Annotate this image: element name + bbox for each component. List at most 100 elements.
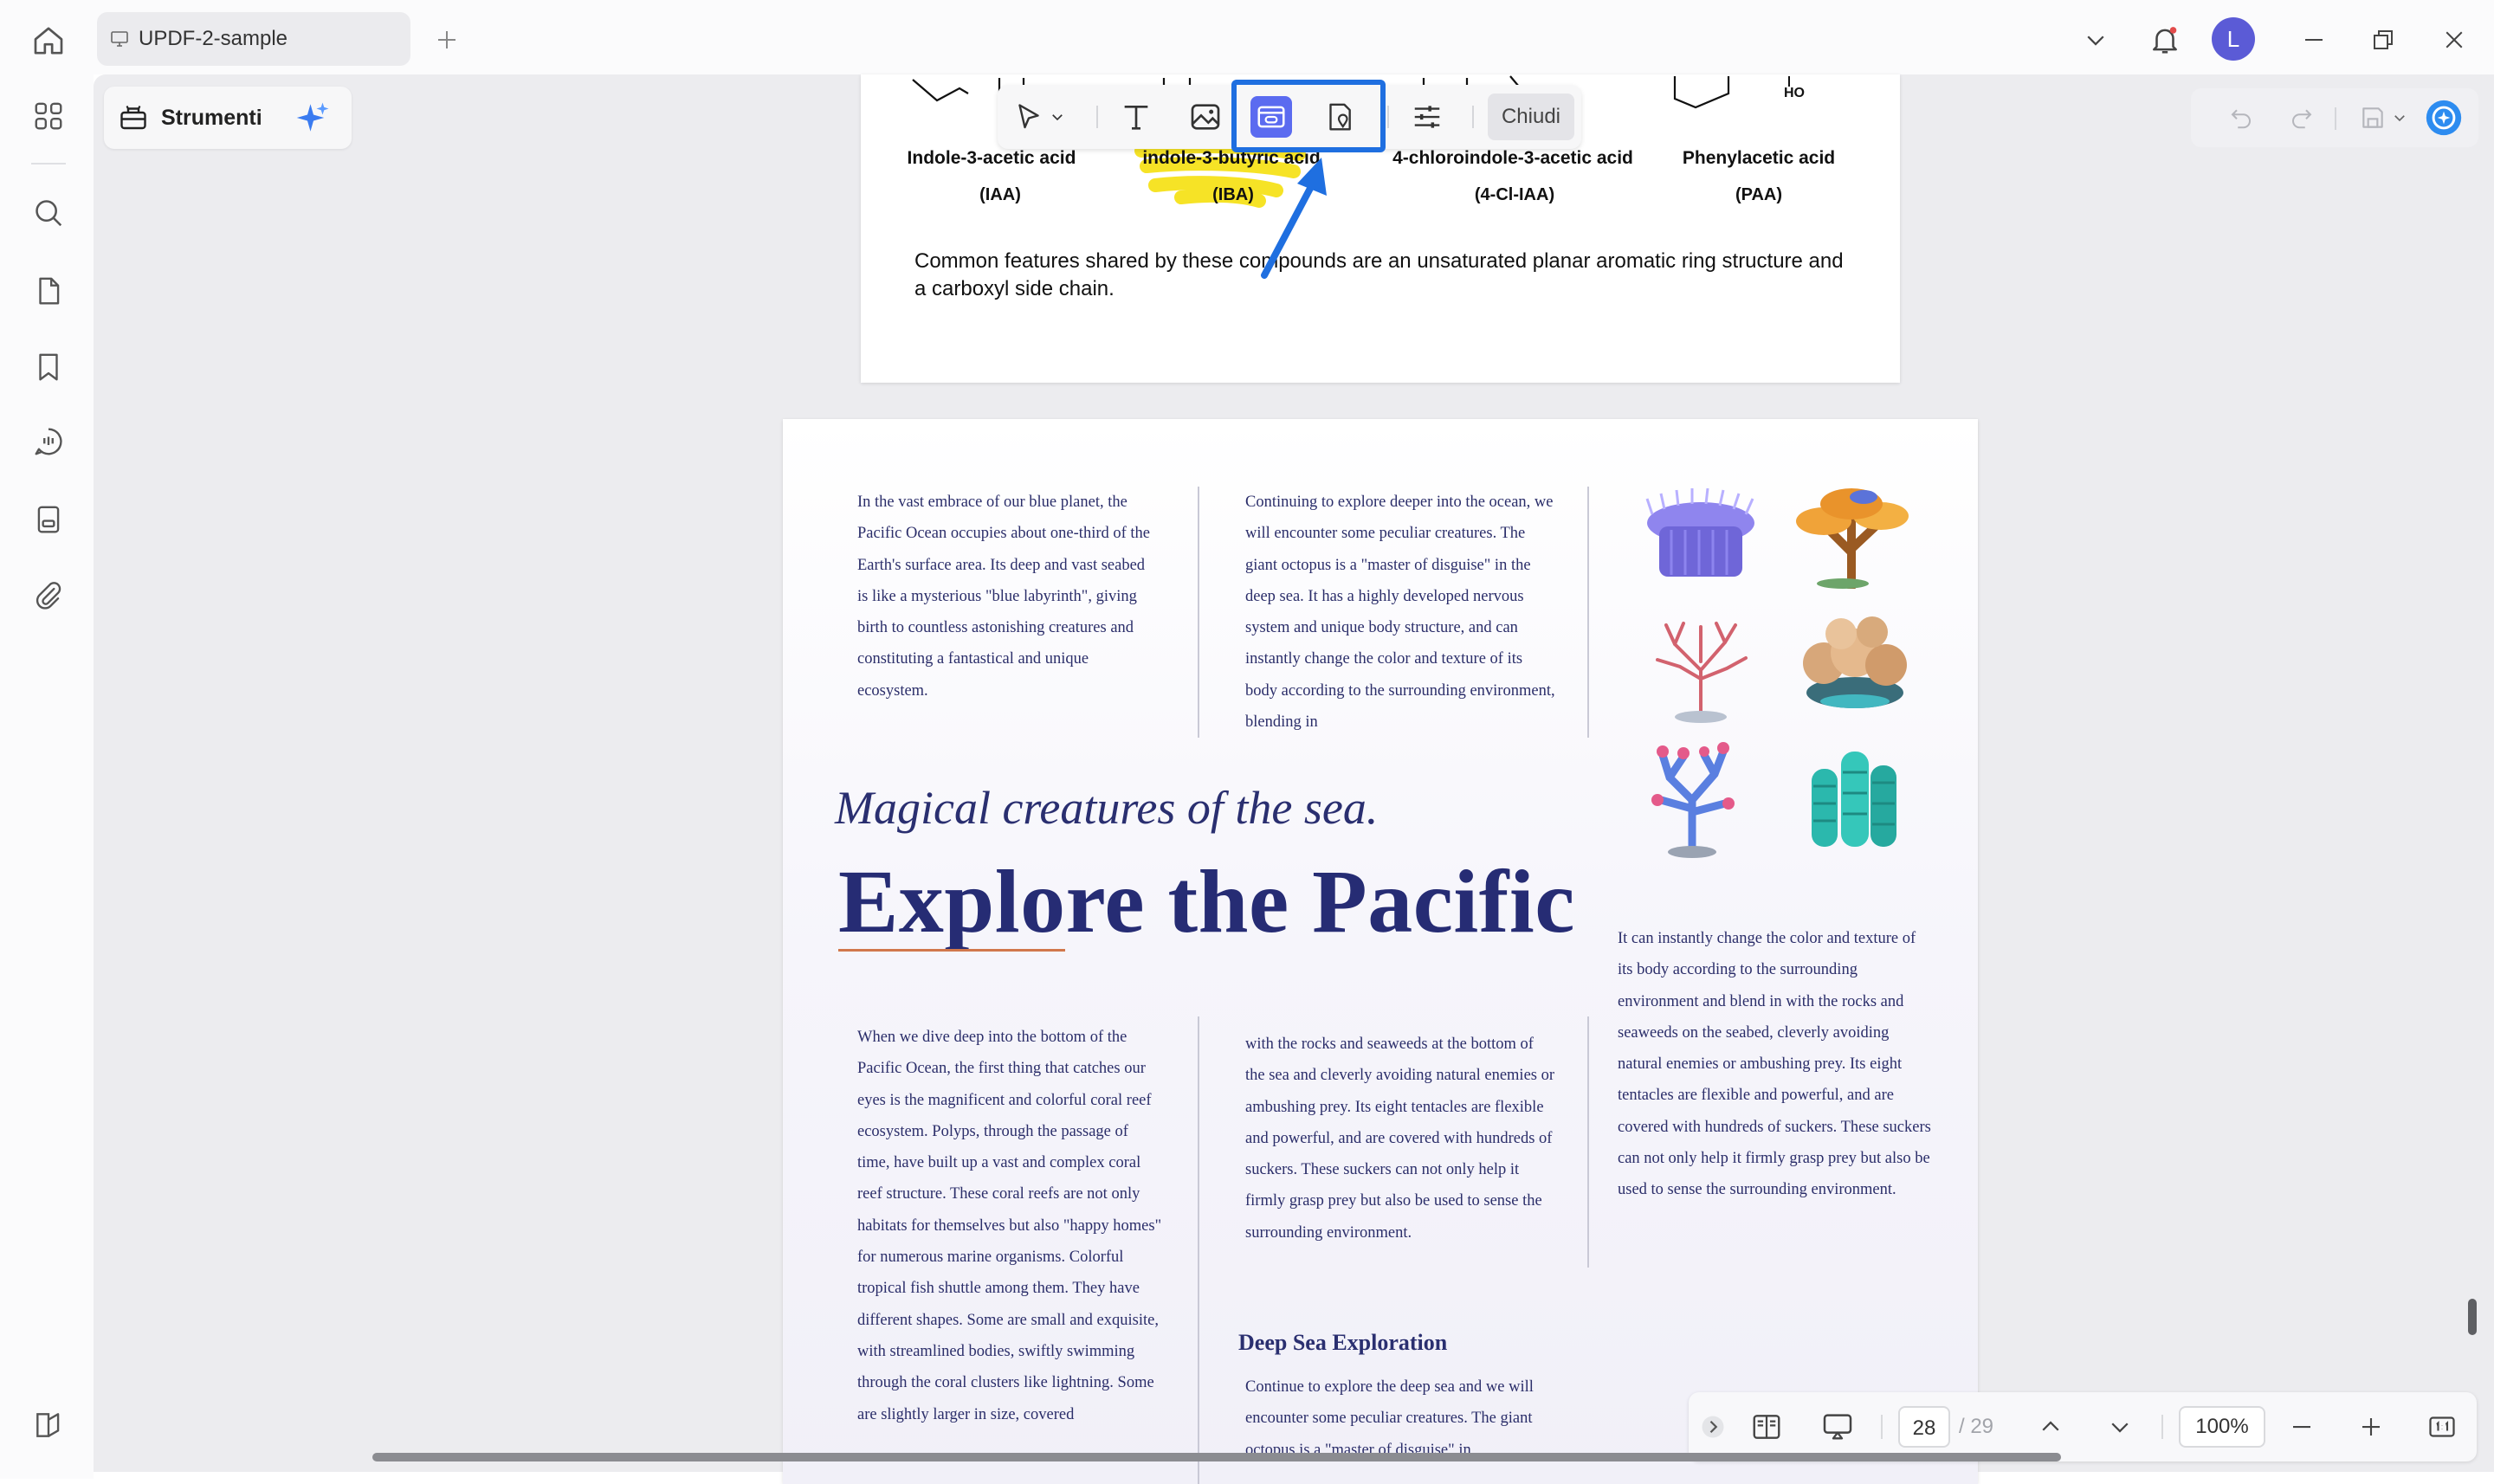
mushroom-coral-icon xyxy=(1803,616,1907,708)
redo-button[interactable] xyxy=(2283,99,2321,137)
thumbnails-icon xyxy=(35,102,62,130)
minimize-icon xyxy=(2305,39,2323,41)
save-icon xyxy=(2362,107,2383,128)
presentation-button[interactable] xyxy=(1817,1406,1858,1448)
settings-sliders-icon xyxy=(1414,106,1440,128)
magazine-title: Explore the Pacific xyxy=(838,852,1575,952)
blue-branch-coral-icon xyxy=(1651,742,1735,858)
document-tab[interactable]: UPDF-2-sample xyxy=(97,12,410,66)
restore-button[interactable] xyxy=(2361,17,2406,62)
column-divider xyxy=(1587,487,1589,738)
text-tool-button[interactable] xyxy=(1115,96,1157,138)
close-window-button[interactable] xyxy=(2432,17,2477,62)
avatar[interactable]: L xyxy=(2212,17,2255,61)
compound-abbr: (IAA) xyxy=(979,185,1021,204)
compound-paragraph: Common features shared by these compound… xyxy=(914,249,1844,300)
chevron-down-icon xyxy=(2087,35,2104,46)
collapse-bar-button[interactable] xyxy=(1696,1406,1730,1448)
chevron-down-icon xyxy=(2111,1423,2129,1433)
close-icon xyxy=(2446,31,2463,48)
zoom-in-button[interactable] xyxy=(2350,1406,2392,1448)
intro-column-2: Continuing to explore deeper into the oc… xyxy=(1245,494,1555,732)
magazine-subtitle: Magical creatures of the sea. xyxy=(835,782,1379,834)
statusbar-separator xyxy=(1881,1415,1883,1439)
bookmark-icon xyxy=(39,353,58,381)
select-tool-dropdown[interactable] xyxy=(1046,96,1069,138)
redo-icon xyxy=(2292,109,2312,129)
select-tool-button[interactable] xyxy=(1008,96,1050,138)
pdf-page-28: In the vast embrace of our blue planet, … xyxy=(783,419,1978,1484)
home-button[interactable] xyxy=(24,19,73,62)
properties-button[interactable] xyxy=(1406,96,1448,138)
chevron-down-icon xyxy=(2394,115,2405,122)
tentacles-column: with the rocks and seaweeds at the botto… xyxy=(1245,1036,1555,1242)
history-separator xyxy=(2335,107,2336,130)
pink-coral-icon xyxy=(1656,622,1748,723)
comments-button[interactable] xyxy=(23,416,74,468)
page-icon xyxy=(39,277,60,305)
new-tab-button[interactable] xyxy=(428,21,466,59)
updf-ai-button[interactable] xyxy=(2425,99,2463,137)
thumbnails-button[interactable] xyxy=(23,90,74,142)
pages-button[interactable] xyxy=(23,265,74,317)
column-divider xyxy=(1198,1016,1199,1484)
bookmarks-button[interactable] xyxy=(23,341,74,393)
notifications-button[interactable] xyxy=(2142,17,2187,62)
next-page-button[interactable] xyxy=(2099,1406,2141,1448)
tools-panel-button[interactable]: Strumenti xyxy=(104,87,352,149)
vertical-scrollbar[interactable] xyxy=(2468,1299,2477,1335)
toolbar-separator xyxy=(1096,106,1098,128)
toolbox-icon xyxy=(120,106,146,130)
sidebar-divider xyxy=(31,163,66,165)
toolbar-separator xyxy=(1472,106,1474,128)
forms-button[interactable] xyxy=(23,494,74,545)
annotation-arrow xyxy=(1261,158,1327,279)
undo-button[interactable] xyxy=(2222,99,2260,137)
zoom-out-button[interactable] xyxy=(2281,1406,2323,1448)
bell-icon xyxy=(2153,27,2177,54)
page-layout-button[interactable] xyxy=(1746,1406,1787,1448)
history-toolbar xyxy=(2191,88,2478,147)
page-layout-icon xyxy=(1753,1415,1780,1439)
monitor-icon xyxy=(111,31,128,47)
horizontal-scrollbar[interactable] xyxy=(372,1453,2061,1461)
updf-ai-icon xyxy=(2426,100,2462,136)
search-icon xyxy=(36,200,62,227)
image-tool-button[interactable] xyxy=(1185,96,1226,138)
coral-reef-column: When we dive deep into the bottom of the… xyxy=(857,1029,1162,1423)
cursor-icon xyxy=(1018,104,1039,129)
intro-column-1: In the vast embrace of our blue planet, … xyxy=(857,494,1151,700)
title-underline xyxy=(838,949,1065,952)
avatar-letter: L xyxy=(2226,25,2240,52)
tabs-dropdown-button[interactable] xyxy=(2073,17,2118,62)
page-navigation-bar: 28 / 29 100% xyxy=(1689,1392,2477,1461)
plus-icon xyxy=(438,31,456,48)
compound-name: Phenylacetic acid xyxy=(1682,148,1836,168)
search-button[interactable] xyxy=(23,187,74,239)
deep-sea-column: Continue to explore the deep sea and we … xyxy=(1245,1378,1534,1459)
attachments-button[interactable] xyxy=(23,570,74,622)
total-pages: / 29 xyxy=(1959,1415,1994,1438)
statusbar-separator xyxy=(2161,1415,2163,1439)
undo-icon xyxy=(2231,109,2251,129)
current-page-input[interactable]: 28 xyxy=(1898,1406,1950,1448)
zoom-out-icon xyxy=(2293,1425,2310,1429)
panel-settings-button[interactable] xyxy=(23,1399,74,1451)
actual-size-button[interactable] xyxy=(2421,1406,2463,1448)
teal-tube-coral-icon xyxy=(1812,752,1896,847)
restore-icon xyxy=(2374,30,2393,49)
compound-abbr: (4-Cl-IAA) xyxy=(1474,185,1555,204)
ho-label: HO xyxy=(1784,86,1805,100)
zoom-level-input[interactable]: 100% xyxy=(2179,1406,2265,1448)
close-edit-button[interactable]: Chiudi xyxy=(1488,94,1574,140)
home-icon xyxy=(34,27,63,55)
minimize-button[interactable] xyxy=(2291,17,2336,62)
deep-sea-heading: Deep Sea Exploration xyxy=(1238,1330,1448,1355)
orange-coral-icon xyxy=(1796,488,1909,589)
ai-sparkle-icon[interactable] xyxy=(295,100,332,136)
image-icon xyxy=(1191,104,1220,130)
save-dropdown[interactable] xyxy=(2387,99,2413,137)
tab-label: UPDF-2-sample xyxy=(139,27,288,50)
form-icon xyxy=(37,506,60,533)
previous-page-button[interactable] xyxy=(2030,1406,2071,1448)
